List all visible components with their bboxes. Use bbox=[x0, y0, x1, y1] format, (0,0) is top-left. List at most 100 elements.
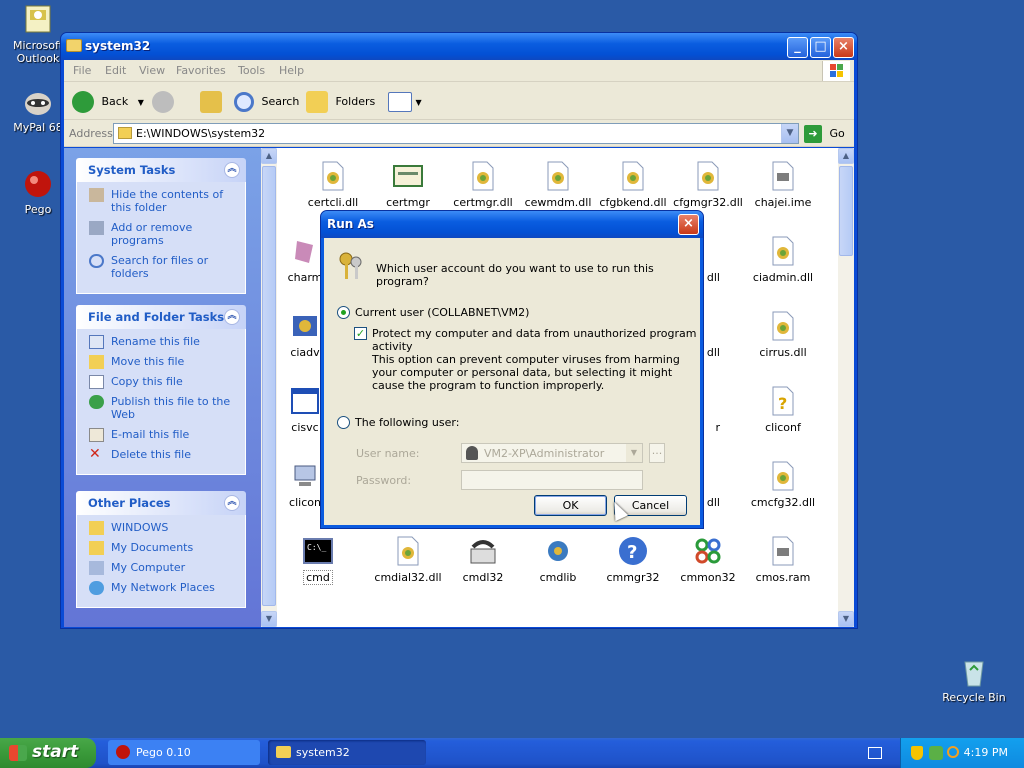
taskbar-item-system32[interactable]: system32 bbox=[268, 740, 426, 765]
keyboard-icon[interactable] bbox=[868, 747, 882, 759]
dialog-title: Run As bbox=[327, 217, 374, 231]
phone-icon bbox=[467, 535, 499, 567]
menu-help[interactable]: Help bbox=[279, 64, 304, 77]
collapse-icon[interactable]: ︽ bbox=[224, 162, 240, 178]
file-item[interactable]: chajei.ime bbox=[745, 160, 821, 209]
copy-file-link[interactable]: Copy this file bbox=[87, 375, 245, 389]
add-remove-programs-link[interactable]: Add or remove programs bbox=[87, 221, 245, 247]
file-item[interactable]: cfgmgr32.dll bbox=[670, 160, 746, 209]
file-item[interactable]: cmdial32.dll bbox=[370, 535, 446, 584]
start-button[interactable]: start bbox=[0, 738, 96, 768]
collapse-icon[interactable]: ︽ bbox=[224, 495, 240, 511]
protect-checkbox[interactable]: ✓ bbox=[354, 327, 367, 340]
file-item-selected[interactable]: C:\_ cmd bbox=[280, 535, 356, 585]
file-item[interactable]: cmcfg32.dll bbox=[745, 460, 821, 509]
dialog-question: Which user account do you want to use to… bbox=[376, 262, 654, 288]
file-list-scrollbar[interactable]: ▲ ▼ bbox=[838, 148, 854, 627]
forward-arrow-icon bbox=[152, 91, 174, 113]
shield-icon[interactable] bbox=[911, 746, 923, 760]
desktop-icon-recycle-bin[interactable]: Recycle Bin bbox=[936, 656, 1012, 704]
my-computer-link[interactable]: My Computer bbox=[87, 561, 245, 575]
up-folder-button[interactable] bbox=[200, 90, 222, 114]
dll-file-icon bbox=[542, 160, 574, 192]
user-icon bbox=[466, 446, 478, 460]
panel-header[interactable]: Other Places ︽ bbox=[76, 491, 246, 515]
scroll-down-button[interactable]: ▼ bbox=[838, 611, 854, 627]
dll-file-icon bbox=[767, 310, 799, 342]
forward-button[interactable] bbox=[152, 90, 174, 114]
my-documents-link[interactable]: My Documents bbox=[87, 541, 245, 555]
file-item[interactable]: ? cliconf bbox=[745, 385, 821, 434]
chevron-down-icon: ▼ bbox=[415, 98, 422, 107]
password-field[interactable] bbox=[461, 470, 643, 490]
file-item[interactable]: ciadmin.dll bbox=[745, 235, 821, 284]
folders-button[interactable]: Folders bbox=[306, 90, 375, 114]
username-combobox[interactable]: VM2-XP\Administrator ▼ bbox=[461, 443, 643, 463]
folder-icon bbox=[276, 746, 291, 758]
documents-folder-icon bbox=[89, 541, 104, 555]
collapse-icon[interactable]: ︽ bbox=[224, 309, 240, 325]
file-item[interactable]: ? cmmgr32 bbox=[595, 535, 671, 584]
following-user-radio[interactable] bbox=[337, 416, 350, 429]
close-button[interactable]: × bbox=[833, 37, 854, 58]
taskpane-scrollbar[interactable]: ▲ ▼ bbox=[261, 148, 277, 627]
taskbar-item-pego[interactable]: Pego 0.10 bbox=[108, 740, 260, 765]
back-label: Back bbox=[101, 95, 129, 108]
hide-contents-link[interactable]: Hide the contents of this folder bbox=[87, 188, 245, 214]
windows-folder-link[interactable]: WINDOWS bbox=[87, 521, 245, 535]
address-input[interactable]: E:\WINDOWS\system32 ▼ bbox=[113, 123, 799, 144]
ok-button[interactable]: OK bbox=[534, 495, 607, 516]
panel-header[interactable]: System Tasks ︽ bbox=[76, 158, 246, 182]
network-icon[interactable] bbox=[929, 746, 943, 760]
maximize-button[interactable]: □ bbox=[810, 37, 831, 58]
views-button[interactable]: ▼ bbox=[388, 90, 422, 114]
search-files-link[interactable]: Search for files or folders bbox=[87, 254, 245, 280]
scroll-thumb[interactable] bbox=[839, 166, 853, 256]
chevron-down-icon: ▼ bbox=[137, 98, 144, 107]
window-titlebar[interactable]: system32 _ □ × bbox=[61, 33, 857, 60]
protect-label[interactable]: Protect my computer and data from unauth… bbox=[372, 327, 700, 353]
dialog-close-button[interactable]: × bbox=[678, 214, 699, 235]
scroll-thumb[interactable] bbox=[262, 166, 276, 606]
search-button[interactable]: Search bbox=[234, 90, 299, 114]
menu-tools[interactable]: Tools bbox=[238, 64, 265, 77]
dialog-titlebar[interactable]: Run As × bbox=[321, 211, 703, 238]
address-dropdown-button[interactable]: ▼ bbox=[781, 124, 798, 143]
file-item[interactable]: cmdl32 bbox=[445, 535, 521, 584]
username-label: User name: bbox=[356, 447, 420, 460]
folder-icon bbox=[66, 39, 82, 52]
programs-icon bbox=[89, 221, 104, 235]
file-item[interactable]: certmgr.dll bbox=[445, 160, 521, 209]
current-user-radio[interactable] bbox=[337, 306, 350, 319]
go-label: Go bbox=[829, 127, 845, 140]
file-item[interactable]: cmdlib bbox=[520, 535, 596, 584]
file-item[interactable]: certcli.dll bbox=[295, 160, 371, 209]
back-button[interactable]: Back ▼ bbox=[72, 90, 144, 114]
file-item[interactable]: cirrus.dll bbox=[745, 310, 821, 359]
file-item[interactable]: cfgbkend.dll bbox=[595, 160, 671, 209]
my-network-places-link[interactable]: My Network Places bbox=[87, 581, 245, 595]
scroll-down-button[interactable]: ▼ bbox=[261, 611, 277, 627]
panel-header[interactable]: File and Folder Tasks ︽ bbox=[76, 305, 246, 329]
browse-users-button[interactable]: ... bbox=[649, 443, 665, 463]
file-item[interactable]: cewmdm.dll bbox=[520, 160, 596, 209]
menu-view[interactable]: View bbox=[139, 64, 165, 77]
search-icon[interactable] bbox=[947, 746, 959, 758]
rename-file-link[interactable]: Rename this file bbox=[87, 335, 245, 349]
menu-edit[interactable]: Edit bbox=[105, 64, 126, 77]
file-item[interactable]: cmmon32 bbox=[670, 535, 746, 584]
file-item[interactable]: certmgr bbox=[370, 160, 446, 209]
minimize-button[interactable]: _ bbox=[787, 37, 808, 58]
file-item[interactable]: cmos.ram bbox=[745, 535, 821, 584]
following-user-label[interactable]: The following user: bbox=[355, 416, 459, 429]
go-button[interactable]: ➜ Go bbox=[804, 124, 845, 144]
email-file-link[interactable]: E-mail this file bbox=[87, 428, 245, 442]
publish-web-link[interactable]: Publish this file to the Web bbox=[87, 395, 245, 421]
scroll-up-button[interactable]: ▲ bbox=[261, 148, 277, 164]
move-file-link[interactable]: Move this file bbox=[87, 355, 245, 369]
scroll-up-button[interactable]: ▲ bbox=[838, 148, 854, 164]
menu-favorites[interactable]: Favorites bbox=[176, 64, 226, 77]
delete-file-link[interactable]: ✕ Delete this file bbox=[87, 447, 245, 461]
menu-file[interactable]: File bbox=[73, 64, 91, 77]
current-user-label[interactable]: Current user (COLLABNET\VM2) bbox=[355, 306, 529, 319]
